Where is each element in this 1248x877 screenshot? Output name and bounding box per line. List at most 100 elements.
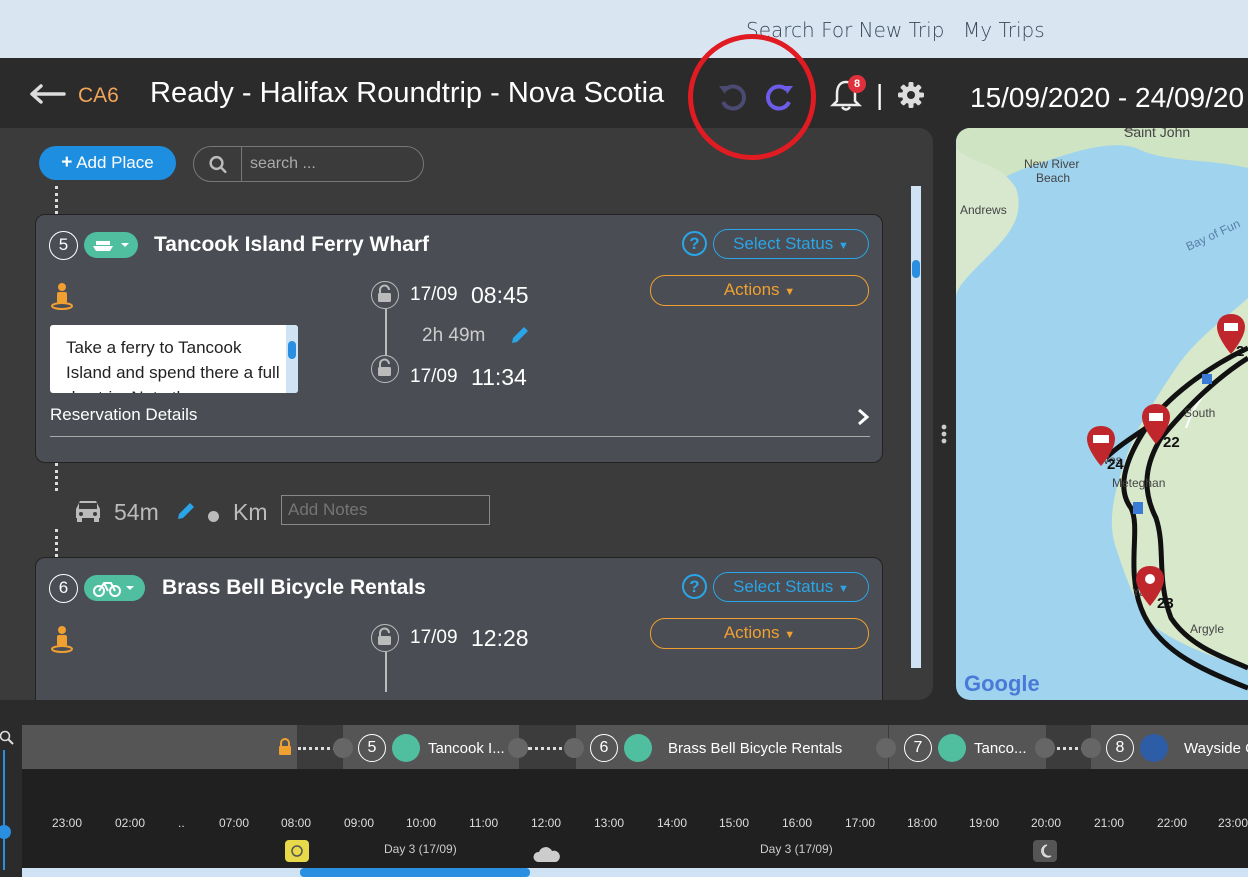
search-icon[interactable] [194, 147, 242, 181]
lock-icon[interactable] [277, 738, 293, 756]
map-label: Meteghan [1112, 476, 1166, 490]
drag-grip-icon[interactable] [508, 738, 528, 758]
settings-gear-icon[interactable] [897, 81, 925, 109]
reservation-details-row[interactable]: Reservation Details [50, 405, 870, 437]
drag-grip-icon[interactable] [876, 738, 896, 758]
hour-tick: 16:00 [782, 816, 813, 830]
drag-grip-icon[interactable] [564, 738, 584, 758]
pencil-icon[interactable] [174, 499, 198, 523]
hour-tick: 11:00 [469, 816, 499, 830]
unlock-icon[interactable] [371, 355, 399, 383]
itinerary-panel: + Add Place 5 Tancook Island Ferry Wharf… [0, 128, 933, 700]
hour-tick: 13:00 [594, 816, 625, 830]
actions-button[interactable]: Actions ▼ [650, 618, 869, 649]
add-place-button[interactable]: + Add Place [39, 146, 176, 180]
card-number: 6 [49, 574, 78, 603]
zoom-in-icon[interactable] [0, 730, 14, 746]
timeline: 5 Tancook I... 6 Brass Bell Bicycle Rent… [0, 700, 1248, 877]
unlock-icon[interactable] [371, 624, 399, 652]
unlock-icon[interactable] [371, 281, 399, 309]
drag-grip-icon[interactable] [1081, 738, 1101, 758]
zoom-handle[interactable] [0, 825, 11, 839]
connector-line [55, 463, 58, 491]
parking-icon [1140, 734, 1168, 762]
ferry-icon [938, 734, 966, 762]
timeline-item-number: 7 [904, 734, 932, 762]
travel-segment: 54m Km [72, 491, 512, 529]
hour-tick: 21:00 [1094, 816, 1125, 830]
start-date: 17/09 [410, 284, 458, 305]
place-notes-text: Take a ferry to Tancook Island and spend… [66, 338, 280, 393]
hour-tick: 10:00 [406, 816, 437, 830]
type-selector[interactable] [84, 232, 138, 258]
dot-separator [208, 511, 219, 522]
timeline-scrollbar[interactable] [22, 868, 1248, 877]
car-icon[interactable] [72, 497, 104, 523]
time-connector [385, 652, 387, 692]
travel-notes-input[interactable] [281, 495, 490, 525]
moon-icon [1033, 840, 1057, 862]
timeline-item-number: 5 [358, 734, 386, 762]
timeline-block [22, 725, 297, 769]
select-status-button[interactable]: Select Status ▼ [713, 229, 869, 259]
start-time[interactable]: 08:45 [471, 282, 529, 309]
annotation-circle [688, 34, 816, 160]
sun-icon [285, 840, 309, 862]
help-icon[interactable]: ? [682, 231, 707, 256]
cloud-icon [533, 847, 560, 862]
hour-tick: .. [178, 816, 185, 830]
map-label: Andrews [960, 203, 1007, 217]
travel-duration: 54m [114, 499, 159, 525]
drag-grip-icon[interactable] [333, 738, 353, 758]
top-nav: Search For New Trip My Trips [0, 0, 1248, 58]
scroll-thumb[interactable] [912, 260, 920, 278]
timeline-item-label: Tancook I... [428, 740, 505, 757]
bicycle-icon [624, 734, 652, 762]
type-selector[interactable] [84, 575, 145, 601]
connector-line [55, 186, 58, 214]
end-time[interactable]: 11:34 [471, 364, 527, 391]
google-logo: Google [964, 671, 1040, 696]
search-input[interactable] [250, 151, 410, 177]
start-time[interactable]: 12:28 [471, 625, 529, 652]
hour-tick: 07:00 [219, 816, 250, 830]
timeline-item-label: Tanco... [974, 740, 1027, 757]
end-date: 17/09 [410, 366, 458, 387]
resize-handle-icon[interactable] [940, 424, 948, 444]
hour-tick: 12:00 [531, 816, 562, 830]
back-arrow-icon[interactable] [30, 82, 66, 106]
header-separator: | [876, 79, 884, 110]
place-card-tancook: 5 Tancook Island Ferry Wharf ? Select St… [35, 214, 883, 463]
start-date: 17/09 [410, 627, 458, 648]
panel-scrollbar[interactable] [911, 186, 921, 668]
timeline-scroll-thumb[interactable] [300, 868, 530, 877]
search-box [193, 146, 424, 182]
map-view[interactable]: — Saint John New River Beach Andrews Bay… [956, 128, 1248, 700]
person-pin-icon [51, 626, 73, 653]
marker-number: 22 [1163, 434, 1180, 451]
help-icon[interactable]: ? [682, 574, 707, 599]
pencil-icon[interactable] [508, 323, 532, 347]
hour-tick: 08:00 [281, 816, 312, 830]
select-status-button[interactable]: Select Status ▼ [713, 572, 869, 602]
plus-icon: + [61, 152, 73, 173]
hour-tick: 22:00 [1157, 816, 1188, 830]
trip-dates: 15/09/2020 - 24/09/20 [970, 82, 1245, 113]
zoom-slider[interactable] [3, 750, 5, 870]
day-label: Day 3 (17/09) [760, 842, 833, 856]
my-trips-link[interactable]: My Trips [963, 18, 1045, 42]
ferry-icon [392, 734, 420, 762]
marker-number: 23 [1157, 595, 1174, 612]
map-label: Saint John [1124, 128, 1191, 140]
card-number: 5 [49, 231, 78, 260]
notification-badge: 8 [848, 75, 866, 93]
notes-scrollbar[interactable] [286, 325, 298, 393]
trip-header: CA6 Ready - Halifax Roundtrip - Nova Sco… [0, 58, 1248, 130]
drag-grip-icon[interactable] [1035, 738, 1055, 758]
select-status-label: Select Status [733, 577, 834, 596]
actions-button[interactable]: Actions ▼ [650, 275, 869, 306]
place-notes[interactable]: Take a ferry to Tancook Island and spend… [50, 325, 298, 393]
caret-down-icon: ▼ [838, 240, 849, 252]
hour-tick: 09:00 [344, 816, 375, 830]
caret-down-icon: ▼ [784, 286, 796, 298]
